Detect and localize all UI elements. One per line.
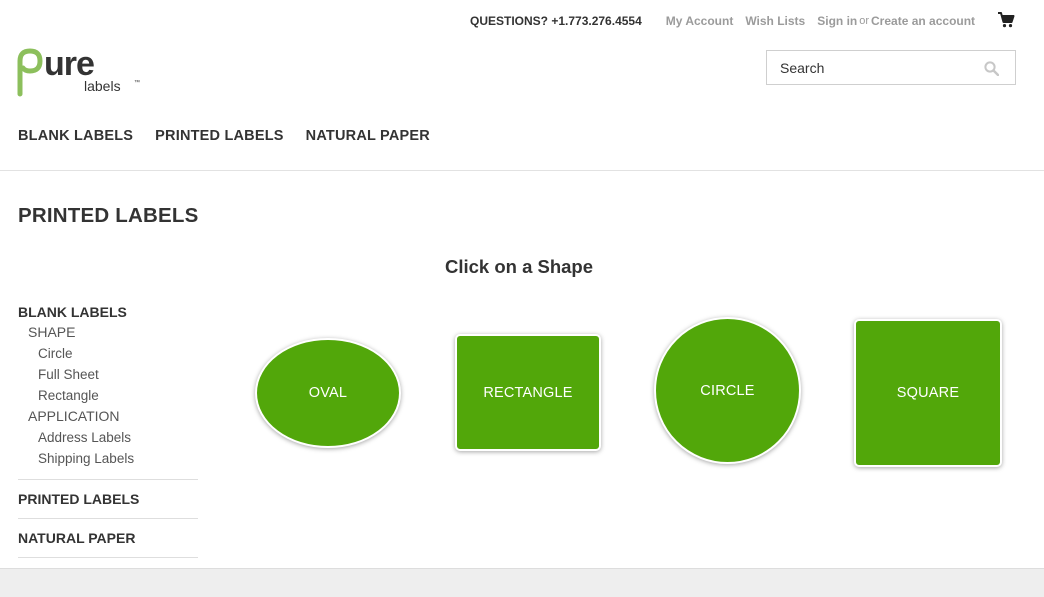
sidebar-application[interactable]: APPLICATION [28, 406, 198, 427]
utility-bar: QUESTIONS? +1.773.276.4554 My Account Wi… [470, 12, 975, 30]
footer-band [0, 568, 1044, 597]
sidebar-item-rectangle[interactable]: Rectangle [38, 385, 198, 406]
rectangle-shape-button[interactable]: RECTANGLE [455, 334, 601, 451]
nav-natural-paper[interactable]: NATURAL PAPER [306, 128, 430, 144]
logo-letter: p [25, 56, 26, 58]
wish-lists-link[interactable]: Wish Lists [745, 14, 805, 28]
cart-icon[interactable] [997, 11, 1015, 29]
sidebar-item-address-labels[interactable]: Address Labels [38, 427, 198, 448]
shape-prompt: Click on a Shape [444, 256, 594, 277]
sign-in-link[interactable]: Sign in [817, 14, 857, 28]
main-navigation: BLANK LABELS PRINTED LABELS NATURAL PAPE… [18, 128, 452, 144]
nav-blank-labels[interactable]: BLANK LABELS [18, 128, 133, 144]
logo-tm: ™ [134, 79, 140, 86]
search-icon[interactable] [984, 61, 999, 76]
sidebar-divider [18, 557, 198, 558]
pure-labels-logo[interactable]: p ure labels ™ [16, 44, 146, 98]
search-input[interactable] [767, 51, 990, 84]
phone-number: QUESTIONS? +1.773.276.4554 [470, 14, 642, 28]
logo-sub: labels [84, 78, 121, 94]
sidebar-item-full-sheet[interactable]: Full Sheet [38, 364, 198, 385]
circle-label: CIRCLE [700, 382, 755, 399]
sidebar-shape[interactable]: SHAPE [28, 322, 198, 343]
nav-printed-labels[interactable]: PRINTED LABELS [155, 128, 283, 144]
search-box [766, 50, 1016, 85]
sidebar-blank-labels[interactable]: BLANK LABELS [18, 302, 198, 322]
header-divider [0, 170, 1044, 171]
my-account-link[interactable]: My Account [666, 14, 734, 28]
square-label: SQUARE [896, 385, 960, 401]
sidebar-natural-paper[interactable]: NATURAL PAPER [18, 530, 198, 546]
oval-label: OVAL [308, 385, 348, 401]
create-account-link[interactable]: Create an account [871, 14, 975, 28]
sidebar-printed-labels[interactable]: PRINTED LABELS [18, 491, 198, 507]
square-shape-button[interactable]: SQUARE [854, 319, 1002, 467]
page-title: PRINTED LABELS [18, 204, 199, 227]
rectangle-label: RECTANGLE [483, 384, 573, 401]
or-text: or [859, 15, 870, 27]
sidebar-item-circle[interactable]: Circle [38, 343, 198, 364]
circle-shape-button[interactable]: CIRCLE [654, 317, 801, 464]
oval-shape-button[interactable]: OVAL [255, 338, 401, 448]
category-sidebar: BLANK LABELS SHAPE Circle Full Sheet Rec… [18, 302, 198, 558]
sidebar-item-shipping-labels[interactable]: Shipping Labels [38, 448, 198, 469]
